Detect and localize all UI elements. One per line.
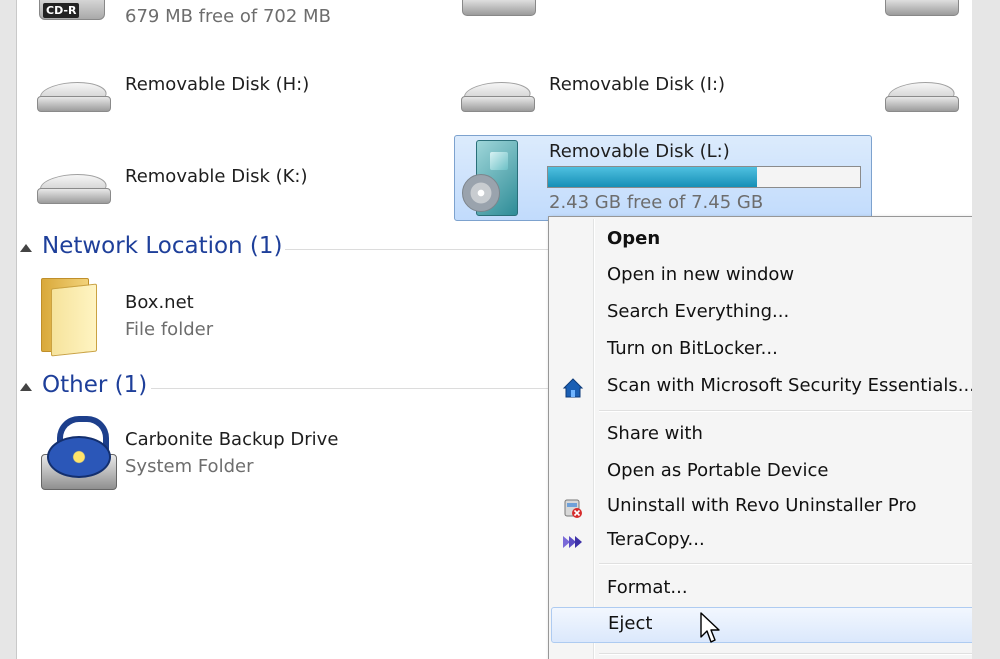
menu-item-label: Open (607, 228, 661, 249)
drive-i-label: Removable Disk (I:) (549, 74, 726, 95)
section-divider (285, 249, 555, 250)
menu-item-revo-uninstall[interactable]: Uninstall with Revo Uninstaller Pro (551, 490, 972, 522)
mouse-cursor-icon (700, 612, 722, 646)
drive-l-usage-bar (547, 166, 861, 188)
collapse-triangle-icon[interactable] (20, 383, 32, 391)
menu-item-label: Open as Portable Device (607, 460, 829, 481)
removable-disk-icon (885, 78, 959, 118)
carbonite-drive-icon (37, 412, 117, 492)
menu-item-label: Open in new window (607, 264, 795, 285)
drive-l-icon (462, 140, 522, 216)
cd-drive-icon: CD-R (39, 0, 105, 30)
window-right-frame (971, 0, 1000, 659)
carbonite-type: System Folder (125, 456, 254, 477)
section-network-location[interactable]: Network Location (1) (42, 233, 283, 259)
menu-item-bitlocker[interactable]: Turn on BitLocker... (551, 333, 972, 365)
revo-icon (561, 496, 583, 518)
menu-item-teracopy[interactable]: TeraCopy... (551, 524, 972, 556)
drive-l-usage-fill (548, 167, 758, 187)
menu-item-open-portable-device[interactable]: Open as Portable Device (551, 455, 972, 487)
removable-disk-icon (461, 78, 535, 118)
menu-separator (599, 653, 972, 655)
menu-item-label: Eject (608, 613, 653, 634)
teracopy-icon (561, 530, 583, 552)
menu-item-label: Share with (607, 423, 703, 444)
section-divider (151, 388, 555, 389)
menu-item-label: Turn on BitLocker... (607, 338, 778, 359)
menu-item-label: Search Everything... (607, 301, 790, 322)
drive-icon-partial (885, 0, 959, 20)
menu-item-label: TeraCopy... (607, 529, 705, 550)
menu-item-label: Uninstall with Revo Uninstaller Pro (607, 495, 917, 516)
menu-item-eject[interactable]: Eject (551, 607, 972, 643)
drive-l-free-space: 2.43 GB free of 7.45 GB (549, 192, 764, 213)
drive-l-label: Removable Disk (L:) (549, 141, 730, 162)
drive-k-label: Removable Disk (K:) (125, 166, 308, 187)
boxnet-type: File folder (125, 319, 214, 340)
removable-disk-icon (37, 170, 111, 210)
drive-icon-partial (462, 0, 536, 20)
section-other[interactable]: Other (1) (42, 372, 147, 398)
menu-separator (599, 563, 972, 565)
mse-icon (561, 376, 584, 398)
drive-h-label: Removable Disk (H:) (125, 74, 310, 95)
cdr-badge: CD-R (43, 3, 80, 18)
menu-item-share-with[interactable]: Share with (551, 418, 972, 450)
boxnet-name: Box.net (125, 292, 194, 313)
window-left-frame (0, 0, 17, 659)
cdr-free-space: 679 MB free of 702 MB (125, 6, 331, 27)
folder-icon (41, 278, 97, 357)
menu-item-search-everything[interactable]: Search Everything... (551, 296, 972, 328)
removable-disk-icon (37, 78, 111, 118)
carbonite-name: Carbonite Backup Drive (125, 429, 339, 450)
menu-item-label: Scan with Microsoft Security Essentials.… (607, 375, 972, 396)
collapse-triangle-icon[interactable] (20, 244, 32, 252)
menu-item-label: Format... (607, 577, 688, 598)
menu-item-format[interactable]: Format... (551, 572, 972, 604)
menu-item-open-new-window[interactable]: Open in new window (551, 259, 972, 291)
menu-item-scan-mse[interactable]: Scan with Microsoft Security Essentials.… (551, 370, 972, 402)
menu-item-open[interactable]: Open (551, 223, 972, 255)
menu-separator (599, 410, 972, 412)
context-menu: Open Open in new window Search Everythin… (548, 216, 972, 659)
explorer-content: CD-R 679 MB free of 702 MB Removable Dis… (17, 0, 972, 659)
